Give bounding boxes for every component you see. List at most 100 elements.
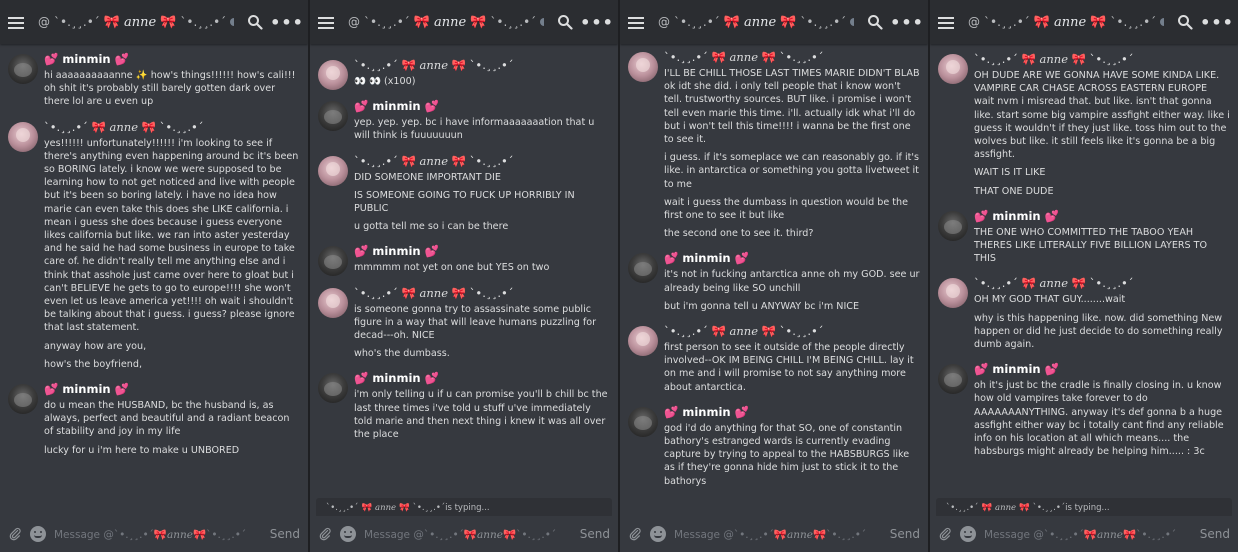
- placeholder-name: anne: [167, 528, 193, 541]
- avatar[interactable]: [628, 406, 658, 437]
- more-options-icon[interactable]: •••: [1200, 11, 1233, 33]
- heart-icon: 💕: [734, 251, 749, 266]
- message-text: OH DUDE ARE WE GONNA HAVE SOME KINDA LIK…: [974, 70, 1230, 161]
- more-options-icon[interactable]: •••: [580, 11, 613, 33]
- username[interactable]: 💕 minmin 💕: [44, 52, 300, 66]
- bow-icon: 🎀: [470, 14, 487, 30]
- message-group: `•.¸¸.•´ 🎀 anne 🎀 `•.¸¸.•´ OH MY GOD THAT…: [930, 276, 1238, 351]
- message-input[interactable]: Message @`•.¸¸.•´🎀anne🎀`•.¸¸.•´: [364, 528, 574, 541]
- emoji-icon[interactable]: [340, 526, 356, 542]
- more-options-icon[interactable]: •••: [890, 11, 923, 33]
- username[interactable]: 💕 minmin 💕: [974, 209, 1230, 223]
- message-text: i'm only telling u if u can promise you'…: [354, 389, 608, 441]
- status-dot-icon: [230, 18, 234, 26]
- search-icon[interactable]: [864, 11, 886, 33]
- bow-icon: 🎀: [91, 119, 106, 134]
- avatar[interactable]: [318, 373, 348, 404]
- avatar[interactable]: [318, 287, 348, 318]
- bow-icon: 🎀: [1083, 528, 1097, 541]
- bow-icon: 🎀: [723, 14, 740, 30]
- message-group: 💕 minmin 💕 yep. yep. yep. bc i have infor…: [310, 99, 618, 142]
- username-deco-left: `•.¸¸.•´: [664, 324, 708, 339]
- username[interactable]: 💕 minmin 💕: [664, 405, 920, 419]
- message-group: `•.¸¸.•´ 🎀 anne 🎀 `•.¸¸.•´ I'LL BE CHILL …: [620, 50, 928, 240]
- message-text: first person to see it outside of the pe…: [664, 342, 914, 393]
- send-button[interactable]: Send: [270, 527, 300, 541]
- bow-icon: 🎀: [141, 119, 156, 134]
- hamburger-menu-icon[interactable]: [628, 16, 644, 29]
- username[interactable]: `•.¸¸.•´ 🎀 anne 🎀 `•.¸¸.•´: [44, 120, 300, 134]
- avatar[interactable]: [8, 54, 38, 84]
- username[interactable]: `•.¸¸.•´ 🎀 anne 🎀 `•.¸¸.•´: [664, 50, 920, 64]
- attachment-icon[interactable]: [8, 526, 22, 542]
- channel-deco-left: `•.¸¸.•´: [674, 15, 720, 29]
- username[interactable]: 💕 minmin 💕: [974, 362, 1230, 376]
- send-button[interactable]: Send: [580, 527, 610, 541]
- avatar[interactable]: [938, 278, 968, 309]
- search-icon[interactable]: [244, 11, 266, 33]
- typing-deco-right: `•.¸¸.•´: [1032, 503, 1066, 513]
- message-composer: Message @`•.¸¸.•´🎀anne🎀`•.¸¸.•´ Send: [0, 516, 308, 552]
- emoji-icon[interactable]: [960, 526, 976, 542]
- message-input[interactable]: Message @`•.¸¸.•´🎀anne🎀`•.¸¸.•´: [984, 528, 1194, 541]
- avatar[interactable]: [628, 253, 658, 284]
- placeholder-name: anne: [1097, 528, 1123, 541]
- avatar[interactable]: [938, 364, 968, 395]
- username[interactable]: `•.¸¸.•´ 🎀 anne 🎀 `•.¸¸.•´: [974, 52, 1230, 66]
- attachment-icon[interactable]: [318, 526, 332, 542]
- message-feed[interactable]: `•.¸¸.•´ 🎀 anne 🎀 `•.¸¸.•´ I'LL BE CHILL …: [620, 44, 928, 496]
- avatar[interactable]: [318, 155, 348, 186]
- emoji-icon[interactable]: [30, 526, 46, 542]
- attachment-icon[interactable]: [938, 526, 952, 542]
- username[interactable]: 💕 minmin 💕: [354, 99, 610, 113]
- avatar[interactable]: [318, 101, 348, 132]
- send-button[interactable]: Send: [1200, 527, 1230, 541]
- avatar[interactable]: [628, 52, 658, 82]
- username[interactable]: `•.¸¸.•´ 🎀 anne 🎀 `•.¸¸.•´: [974, 276, 1230, 290]
- heart-icon: 💕: [424, 244, 439, 259]
- search-icon[interactable]: [554, 11, 576, 33]
- bow-icon: 🎀: [780, 14, 797, 30]
- username[interactable]: 💕 minmin 💕: [44, 382, 300, 396]
- placeholder-name: anne: [477, 528, 503, 541]
- avatar[interactable]: [938, 54, 968, 84]
- message-text: DID SOMEONE IMPORTANT DIE: [354, 171, 501, 183]
- message-feed[interactable]: `•.¸¸.•´ 🎀 anne 🎀 `•.¸¸.•´ OH DUDE ARE WE…: [930, 44, 1238, 496]
- message-text: THE ONE WHO COMMITTED THE TABOO YEAH THE…: [974, 226, 1208, 265]
- avatar[interactable]: [628, 326, 658, 357]
- message-input[interactable]: Message @`•.¸¸.•´🎀anne🎀`•.¸¸.•´: [54, 528, 264, 541]
- search-icon[interactable]: [1174, 11, 1196, 33]
- more-options-icon[interactable]: •••: [270, 11, 303, 33]
- username-deco-left: `•.¸¸.•´: [354, 153, 398, 168]
- username-text: minmin: [372, 99, 421, 114]
- avatar[interactable]: [318, 60, 348, 90]
- message-text: anyway how are you,: [44, 340, 147, 352]
- username-text: anne: [419, 153, 449, 168]
- heart-icon: 💕: [664, 251, 679, 266]
- send-button[interactable]: Send: [890, 527, 920, 541]
- username[interactable]: `•.¸¸.•´ 🎀 anne 🎀 `•.¸¸.•´: [354, 154, 610, 168]
- username[interactable]: `•.¸¸.•´ 🎀 anne 🎀 `•.¸¸.•´: [354, 286, 610, 300]
- avatar[interactable]: [8, 121, 38, 152]
- avatar[interactable]: [938, 210, 968, 241]
- username[interactable]: `•.¸¸.•´ 🎀 anne 🎀 `•.¸¸.•´: [664, 324, 920, 338]
- username[interactable]: 💕 minmin 💕: [354, 244, 610, 258]
- hamburger-menu-icon[interactable]: [938, 16, 954, 29]
- avatar[interactable]: [8, 384, 38, 415]
- attachment-icon[interactable]: [628, 526, 642, 542]
- hamburger-menu-icon[interactable]: [318, 16, 334, 29]
- emoji-icon[interactable]: [650, 526, 666, 542]
- message-input[interactable]: Message @`•.¸¸.•´🎀anne🎀`•.¸¸.•´: [674, 528, 884, 541]
- username[interactable]: 💕 minmin 💕: [354, 371, 610, 385]
- username[interactable]: 💕 minmin 💕: [664, 251, 920, 265]
- bow-icon: 🎀: [401, 58, 416, 72]
- bow-icon: 🎀: [399, 503, 410, 513]
- typing-deco-left: `•.¸¸.•´: [946, 503, 979, 513]
- avatar[interactable]: [318, 246, 348, 277]
- username[interactable]: `•.¸¸.•´ 🎀 anne 🎀 `•.¸¸.•´: [354, 58, 610, 72]
- hamburger-menu-icon[interactable]: [8, 16, 24, 29]
- username-text: minmin: [62, 52, 111, 66]
- message-feed[interactable]: `•.¸¸.•´ 🎀 anne 🎀 `•.¸¸.•´ 👀 👀 (x100) 💕 mi…: [310, 44, 618, 496]
- message-feed[interactable]: 💕 minmin 💕 hi aaaaaaaaaanne ✨ how's thing…: [0, 44, 308, 496]
- heart-icon: 💕: [44, 52, 59, 66]
